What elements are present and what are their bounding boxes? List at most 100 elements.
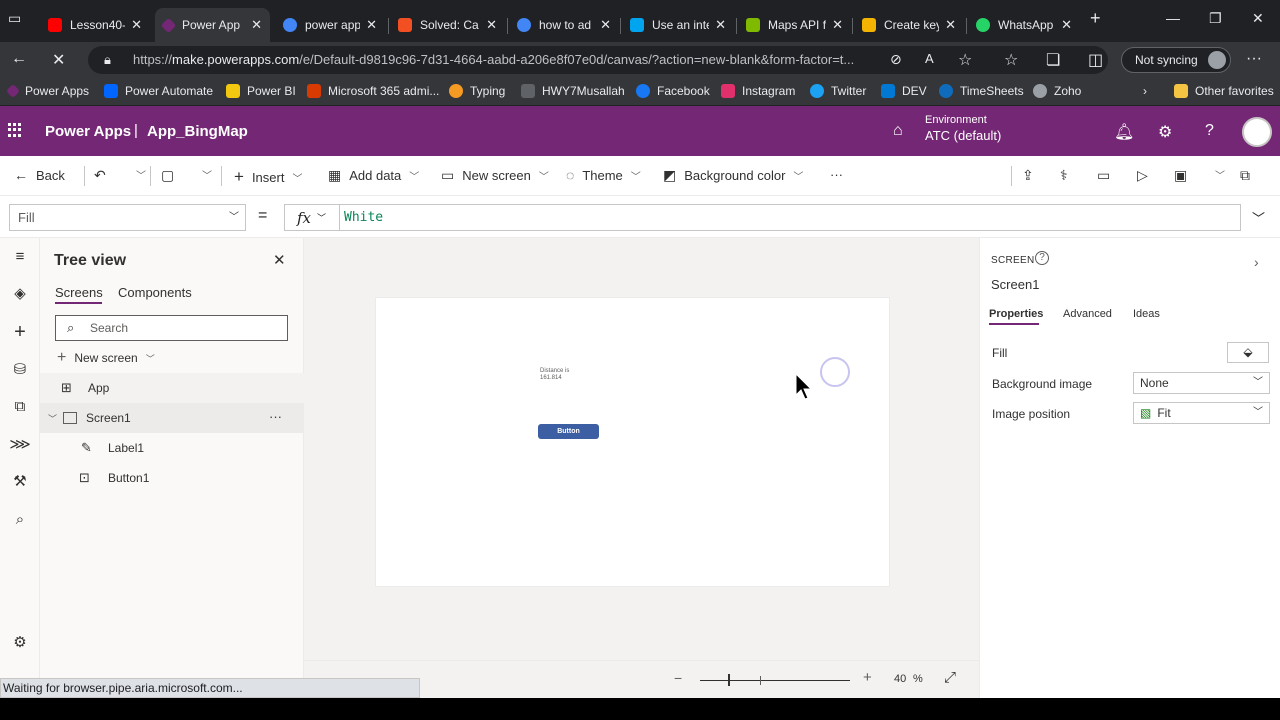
save-dropdown[interactable]: ﹀ xyxy=(1207,167,1225,182)
tab-ideas[interactable]: Ideas xyxy=(1133,308,1160,320)
close-icon[interactable]: ✕ xyxy=(1061,17,1072,33)
close-icon[interactable]: ✕ xyxy=(131,17,142,33)
bookmark-typing[interactable]: Typing xyxy=(449,84,505,98)
preview-button[interactable]: ▷ xyxy=(1137,167,1156,184)
background-image-dropdown[interactable]: None ﹀ xyxy=(1133,372,1270,394)
browser-tab-3[interactable]: power app ✕ xyxy=(275,8,385,42)
tools-icon[interactable]: ⚒ xyxy=(8,470,32,494)
favorite-add-icon[interactable]: ☆ xyxy=(958,50,972,70)
screen1-canvas[interactable]: Distance is 161.814 Button xyxy=(375,297,890,587)
bookmark-timesheets[interactable]: TimeSheets xyxy=(939,84,1024,98)
undo-dropdown[interactable]: ﹀ xyxy=(128,167,146,182)
bookmark-hwy7musallah[interactable]: HWY7Musallah xyxy=(521,84,625,98)
favorites-icon[interactable]: ☆ xyxy=(1004,50,1018,70)
browser-tab-5[interactable]: how to ad ✕ xyxy=(509,8,619,42)
add-data-button[interactable]: ▦ Add data ﹀ xyxy=(328,167,419,184)
bookmark-instagram[interactable]: Instagram xyxy=(721,84,795,98)
fill-color-picker[interactable]: ⬙ xyxy=(1227,342,1269,363)
background-color-button[interactable]: ◩ Background color ﹀ xyxy=(663,167,803,184)
back-button[interactable]: ← Back xyxy=(14,167,65,183)
control-name[interactable]: Screen1 xyxy=(991,277,1039,292)
more-icon[interactable]: ··· xyxy=(1246,50,1262,68)
stop-loading-icon[interactable]: ✕ xyxy=(52,50,65,70)
tab-actions-icon[interactable]: ▭ xyxy=(8,10,21,27)
browser-tab-2[interactable]: Power App ✕ xyxy=(155,8,270,42)
button1-control[interactable]: Button xyxy=(538,424,599,439)
bookmark-zoho[interactable]: Zoho xyxy=(1033,84,1081,98)
notification-icon[interactable]: 🔔︎ xyxy=(1114,122,1134,142)
help-icon[interactable]: ? xyxy=(1035,251,1049,265)
sync-button[interactable]: Not syncing xyxy=(1121,47,1231,73)
browser-tab-8[interactable]: Create key ✕ xyxy=(854,8,964,42)
theme-button[interactable]: ◌ Theme ﹀ xyxy=(566,167,641,183)
label1-control[interactable]: Distance is 161.814 xyxy=(540,368,569,382)
media-icon[interactable]: ⧉ xyxy=(8,395,32,419)
read-aloud-icon[interactable]: A xyxy=(925,51,934,66)
insert-icon[interactable]: + xyxy=(8,320,32,344)
minimize-icon[interactable]: — xyxy=(1166,10,1180,26)
browser-tab-6[interactable]: Use an inte ✕ xyxy=(622,8,734,42)
hamburger-icon[interactable]: ≡ xyxy=(8,245,32,269)
bookmark-power-automate[interactable]: Power Automate xyxy=(104,84,213,98)
bookmark-microsoft-365[interactable]: Microsoft 365 admi... xyxy=(307,84,439,98)
avatar[interactable] xyxy=(1242,117,1272,147)
zoom-slider[interactable] xyxy=(700,680,850,681)
browser-tab-9[interactable]: WhatsApp ✕ xyxy=(968,8,1080,42)
back-arrow-icon[interactable]: ← xyxy=(11,50,27,68)
comments-button[interactable]: ▭ xyxy=(1097,167,1118,184)
chevron-right-icon[interactable]: › xyxy=(1254,254,1259,270)
bookmark-other-favorites[interactable]: Other favorites xyxy=(1174,84,1274,98)
data-icon[interactable]: ⛁ xyxy=(8,358,32,382)
close-icon[interactable]: ✕ xyxy=(251,17,262,33)
formula-input[interactable]: White xyxy=(339,204,1241,231)
tree-item-label1[interactable]: ✎ Label1 xyxy=(40,433,304,463)
tree-item-button1[interactable]: ⊡ Button1 xyxy=(40,463,304,493)
insert-button[interactable]: + Insert ﹀ xyxy=(234,167,302,187)
bookmark-power-bi[interactable]: Power BI xyxy=(226,84,296,98)
power-automate-icon[interactable]: ⋙ xyxy=(8,433,32,457)
browser-tab-7[interactable]: Maps API f ✕ xyxy=(738,8,851,42)
gear-icon[interactable]: ⚙ xyxy=(1158,122,1172,142)
app-checker-button[interactable]: ⚕ xyxy=(1060,167,1076,184)
layers-icon[interactable]: ◈ xyxy=(8,282,32,306)
tree-item-screen1[interactable]: ﹀ Screen1 ··· xyxy=(40,403,304,433)
image-position-dropdown[interactable]: ▧ Fit ﹀ xyxy=(1133,402,1270,424)
close-icon[interactable]: ✕ xyxy=(273,251,286,269)
zoom-slider-thumb[interactable] xyxy=(728,674,730,686)
more-options-icon[interactable]: ··· xyxy=(269,409,282,424)
browser-tab-4[interactable]: Solved: Ca ✕ xyxy=(390,8,505,42)
new-tab-icon[interactable]: + xyxy=(1090,8,1101,29)
tracking-icon[interactable]: ⊘ xyxy=(890,51,902,68)
product-name[interactable]: Power Apps xyxy=(45,123,131,140)
app-launcher-icon[interactable] xyxy=(8,123,22,137)
help-icon[interactable]: ? xyxy=(1205,122,1214,140)
collections-icon[interactable]: ❏ xyxy=(1046,50,1060,70)
tree-item-app[interactable]: ⊞ App xyxy=(40,373,304,403)
bookmark-twitter[interactable]: Twitter xyxy=(810,84,866,98)
close-icon[interactable]: ✕ xyxy=(366,17,377,33)
property-dropdown[interactable]: Fill ﹀ xyxy=(9,204,246,231)
url-field[interactable]: 🔒︎ https://make.powerapps.com/e/Default-… xyxy=(88,46,1108,74)
close-icon[interactable]: ✕ xyxy=(715,17,726,33)
browser-tab-1[interactable]: Lesson40- ✕ xyxy=(40,8,150,42)
gear-icon[interactable]: ⚙ xyxy=(8,631,32,655)
restore-icon[interactable]: ❐ xyxy=(1209,10,1222,27)
close-icon[interactable]: ✕ xyxy=(832,17,843,33)
zoom-out-icon[interactable]: − xyxy=(674,670,682,686)
close-icon[interactable]: ✕ xyxy=(945,17,956,33)
share-button[interactable]: ⇪ xyxy=(1022,167,1042,184)
save-button[interactable]: ▣ xyxy=(1174,167,1195,184)
paste-dropdown[interactable]: ﹀ xyxy=(194,167,212,182)
undo-button[interactable]: ↶ xyxy=(94,167,114,184)
tab-properties[interactable]: Properties xyxy=(989,308,1043,320)
tab-advanced[interactable]: Advanced xyxy=(1063,308,1112,320)
zoom-in-icon[interactable]: + xyxy=(863,669,872,686)
expand-formula-icon[interactable]: ﹀ xyxy=(1252,208,1265,227)
paste-button[interactable]: ▢ xyxy=(161,167,182,184)
bookmark-dev[interactable]: DEV xyxy=(881,84,927,98)
search-input[interactable]: ⌕ Search xyxy=(55,315,288,341)
new-screen-button[interactable]: ▭ New screen ﹀ xyxy=(441,167,549,184)
tab-screens[interactable]: Screens xyxy=(55,285,103,300)
bookmark-power-apps[interactable]: Power Apps xyxy=(5,83,89,99)
window-close-icon[interactable]: ✕ xyxy=(1252,10,1264,27)
